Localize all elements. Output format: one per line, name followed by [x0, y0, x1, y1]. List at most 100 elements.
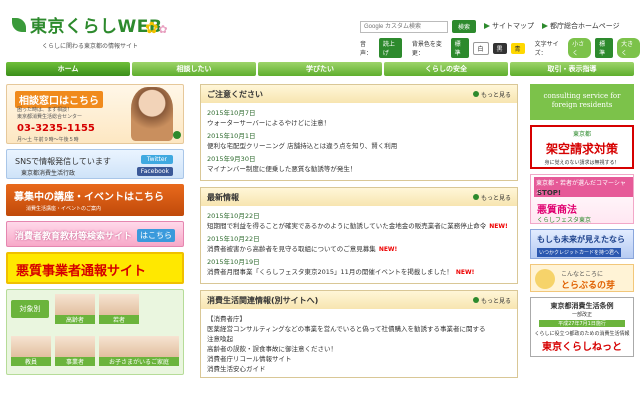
nav-trade[interactable]: 取引・表示指導 — [510, 62, 634, 76]
related-tag: 【消費者庁】 — [207, 315, 246, 323]
bgcolor-label: 背景色を変更： — [411, 41, 442, 57]
trouble-sprout-banner[interactable]: こんなところに とらぶるの芽 — [530, 264, 634, 292]
flower-decoration-icon: ✿✿ — [145, 18, 168, 37]
site-logo[interactable]: 東京くらしWEB くらしに関わる東京都の情報サイト — [12, 12, 162, 50]
sitemap-link[interactable]: サイトマップ — [484, 21, 534, 31]
education-here: はこちら — [137, 229, 175, 242]
page-header: 東京くらしWEB くらしに関わる東京都の情報サイト ✿✿ 検索 サイトマップ 都… — [0, 0, 640, 60]
consult-caption: 困った時は、まず相談！ — [17, 107, 73, 113]
voice-read-button[interactable]: 読上げ — [378, 38, 402, 58]
report-title: 悪質事業者通報サイト — [16, 264, 147, 279]
events-sub: 消費生活講座・イベントのご案内 — [26, 206, 102, 212]
notice-link[interactable]: マイナンバー制度に便乗した悪質な勧誘等が発生！ — [207, 163, 511, 173]
sns-title: SNSで情報発信しています — [15, 157, 111, 166]
latest-link[interactable]: 短期間で利益を得ることが確実であるかのように勧誘していた金地金の販売業者に業務停… — [207, 222, 486, 230]
credit-card-banner[interactable]: もしも未来が見えたなら いつかクレジットカードを持つ君へ — [530, 229, 634, 259]
related-link[interactable]: 注意喚起 — [207, 333, 511, 343]
tile-family[interactable]: お子さまがいるご家庭 — [99, 336, 179, 366]
logo-title: 東京くらしWEB — [30, 17, 163, 37]
arrow-right-icon — [542, 23, 548, 29]
fictitious-billing-banner[interactable]: 東京都 架空請求対策 身に覚えのない請求は無視する！ — [530, 125, 634, 169]
nav-safety[interactable]: くらしの安全 — [384, 62, 508, 76]
ginkgo-leaf-icon — [12, 17, 26, 32]
consultation-banner[interactable]: 相談窓口はこちら 困った時は、まず相談！ 東京都消費生活総合センター 03-323… — [6, 84, 184, 144]
sprout-icon — [535, 269, 555, 289]
report-banner[interactable]: 悪質事業者通報サイト — [6, 252, 184, 284]
more-arrow-icon — [472, 297, 479, 303]
facebook-button[interactable]: Facebook — [136, 167, 173, 176]
font-standard-button[interactable]: 標準 — [595, 38, 614, 58]
more-arrow-icon — [472, 91, 479, 97]
new-badge: NEW! — [455, 269, 475, 276]
related-link[interactable]: 消費者庁リコール情報サイト — [207, 353, 511, 363]
tile-elderly[interactable]: 高齢者 — [55, 294, 95, 324]
related-link[interactable]: 消費生活安心ガイド — [207, 363, 511, 373]
stop-fraud-banner[interactable]: 東京都・若者が選んだコマーシャル STOP! 悪質商法 くらしフェスタ東京 — [530, 174, 634, 224]
list-item: 2015年10月1日 便利な宅配型クリーニング 店舗持込とは違う点を知り、賢く利用 — [207, 130, 511, 150]
latest-panel: 最新情報 もっと見る 2015年10月22日 短期間で利益を得ることが確実であるか… — [200, 187, 518, 284]
consult-phone: 03-3235-1155 — [17, 123, 95, 134]
list-item: 2015年10月22日 短期間で利益を得ることが確実であるかのように勧誘していた金… — [207, 212, 508, 230]
right-column: consulting service for foreign residents… — [530, 84, 634, 362]
consult-center: 東京都消費生活総合センター — [17, 114, 83, 120]
bg-standard-button[interactable]: 標準 — [450, 38, 469, 58]
woman-photo — [131, 87, 173, 141]
bg-black-button[interactable]: 黒 — [492, 42, 507, 54]
search-button[interactable]: 検索 — [452, 20, 477, 33]
notice-more-link[interactable]: もっと見る — [472, 90, 511, 99]
new-badge: NEW! — [489, 223, 508, 230]
events-title: 募集中の講座・イベントはこちら — [14, 192, 164, 203]
sns-sub: 東京都消費生活行政 — [21, 170, 76, 177]
nav-home[interactable]: ホーム — [6, 62, 130, 76]
consumer-ordinance-banner[interactable]: 東京都消費生活条例 一部改正 平成27年7月1日施行 くらしに役立つ都政のための… — [530, 297, 634, 357]
education-search-banner[interactable]: 消費者教育教材等検索サイト はこちら — [6, 221, 184, 247]
related-heading: 消費生活関連情報(別サイトへ) — [207, 295, 319, 305]
latest-more-link[interactable]: もっと見る — [472, 193, 511, 202]
notice-panel: ご注意ください もっと見る 2015年10月7日 ウォーターサーバーによるやけどに… — [200, 84, 518, 181]
bg-white-button[interactable]: 白 — [472, 41, 489, 55]
audience-label: 対象別 — [11, 300, 49, 318]
go-arrow-icon — [173, 131, 181, 139]
new-badge: NEW! — [378, 246, 398, 253]
events-banner[interactable]: 募集中の講座・イベントはこちら 消費生活講座・イベントのご案内 — [6, 184, 184, 216]
notice-link[interactable]: 便利な宅配型クリーニング 店舗持込とは違う点を知り、賢く利用 — [207, 140, 511, 150]
list-item: 2015年10月22日 消費者被害から高齢者を見守る取組についてのご意見募集 NEW… — [207, 235, 398, 253]
left-column: 相談窓口はこちら 困った時は、まず相談！ 東京都消費生活総合センター 03-323… — [6, 84, 184, 380]
twitter-button[interactable]: Twitter — [140, 155, 173, 164]
notice-link[interactable]: ウォーターサーバーによるやけどに注意！ — [207, 117, 511, 127]
metro-home-link[interactable]: 都庁総合ホームページ — [542, 21, 620, 31]
latest-link[interactable]: 消費者月間事業「くらしフェスタ東京2015」11月の開催イベントを掲載しました！ — [207, 268, 453, 276]
nav-consult[interactable]: 相談したい — [132, 62, 256, 76]
related-link[interactable]: 医薬経営コンサルティングなどの事業を営んでいると偽って社債購入を勧誘する事業者に… — [207, 323, 511, 333]
more-arrow-icon — [472, 194, 479, 200]
related-panel: 消費生活関連情報(別サイトへ) もっと見る 【消費者庁】 医薬経営コンサルティン… — [200, 290, 518, 378]
list-item: 2015年9月30日 マイナンバー制度に便乗した悪質な勧誘等が発生！ — [207, 153, 511, 173]
tile-business[interactable]: 事業者 — [55, 336, 95, 366]
logo-subtitle: くらしに関わる東京都の情報サイト — [42, 43, 139, 50]
consult-title: 相談窓口はこちら — [15, 91, 103, 108]
education-title: 消費者教育教材等検索サイト — [15, 232, 133, 242]
related-more-link[interactable]: もっと見る — [472, 296, 511, 305]
font-size-label: 文字サイズ： — [534, 41, 559, 57]
list-item: 2015年10月19日 消費者月間事業「くらしフェスタ東京2015」11月の開催イ… — [207, 258, 475, 276]
nav-learn[interactable]: 学びたい — [258, 62, 382, 76]
notice-heading: ご注意ください — [207, 89, 263, 99]
voice-label: 音声： — [360, 41, 373, 57]
search-input[interactable] — [360, 20, 448, 33]
font-large-button[interactable]: 大きく — [617, 38, 640, 58]
list-item: 2015年10月7日 ウォーターサーバーによるやけどに注意！ — [207, 107, 511, 127]
foreign-residents-banner[interactable]: consulting service for foreign residents — [530, 84, 634, 120]
latest-heading: 最新情報 — [207, 192, 239, 202]
audience-section: 対象別 高齢者 若者 教員 事業者 お子さまがいるご家庭 — [6, 289, 184, 375]
font-small-button[interactable]: 小さく — [568, 38, 592, 58]
center-column: ご注意ください もっと見る 2015年10月7日 ウォーターサーバーによるやけどに… — [200, 84, 518, 384]
tile-youth[interactable]: 若者 — [99, 294, 139, 324]
latest-link[interactable]: 消費者被害から高齢者を見守る取組についてのご意見募集 — [207, 245, 376, 253]
sns-banner[interactable]: SNSで情報発信しています 東京都消費生活行政 Twitter Facebook — [6, 149, 184, 179]
arrow-right-icon — [484, 23, 490, 29]
tile-teacher[interactable]: 教員 — [11, 336, 51, 366]
main-nav: ホーム 相談したい 学びたい くらしの安全 取引・表示指導 — [6, 62, 634, 76]
bg-yellow-button[interactable]: 青 — [510, 42, 525, 54]
related-link[interactable]: 高齢者の誤飲・誤食事故に御注意ください！ — [207, 343, 511, 353]
consult-hours: 月〜土 午前９時〜午後５時 — [17, 137, 79, 143]
